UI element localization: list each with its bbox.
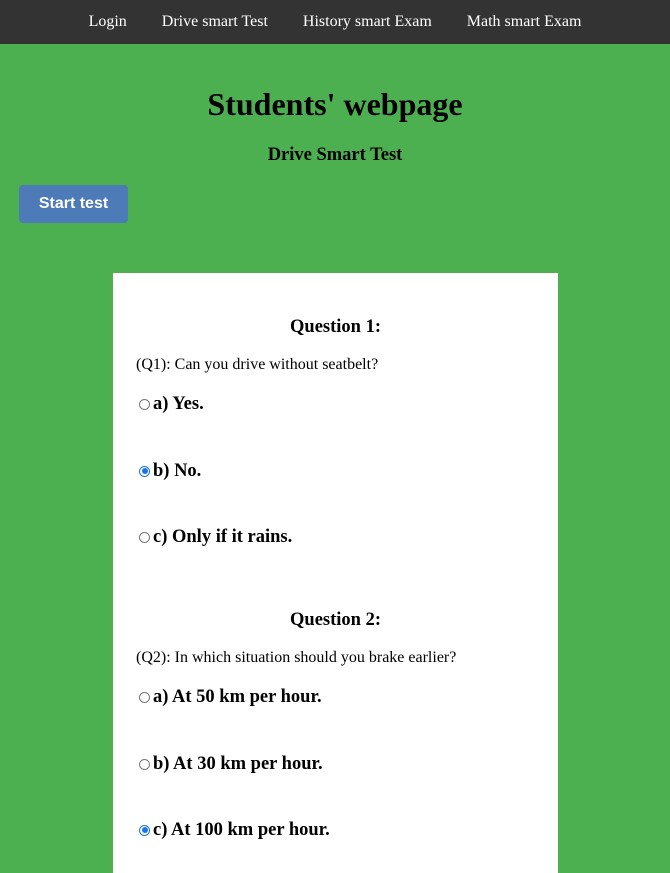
option-label: b) No. bbox=[153, 461, 202, 481]
nav-login-link[interactable]: Login bbox=[71, 0, 144, 44]
q1-option-a[interactable]: a) Yes. bbox=[139, 393, 204, 415]
q1-option-c[interactable]: c) Only if it rains. bbox=[139, 526, 292, 548]
radio-button-selected[interactable] bbox=[139, 824, 150, 836]
q2-option-b[interactable]: b) At 30 km per hour. bbox=[139, 753, 323, 775]
test-subtitle: Drive Smart Test bbox=[267, 145, 403, 165]
radio-button[interactable] bbox=[139, 758, 150, 770]
option-label: a) At 50 km per hour. bbox=[153, 687, 322, 707]
radio-button[interactable] bbox=[139, 398, 150, 410]
q2-option-a[interactable]: a) At 50 km per hour. bbox=[139, 686, 322, 708]
question-text: (Q2): In which situation should you brak… bbox=[136, 649, 457, 666]
top-navbar: Login Drive smart Test History smart Exa… bbox=[0, 0, 670, 44]
quiz-card: Question 1: (Q1): Can you drive without … bbox=[113, 273, 558, 873]
option-label: c) At 100 km per hour. bbox=[153, 820, 330, 840]
question-heading: Question 2: bbox=[290, 610, 381, 630]
radio-button-selected[interactable] bbox=[139, 465, 150, 477]
question-heading: Question 1: bbox=[290, 317, 381, 337]
nav-history-exam-link[interactable]: History smart Exam bbox=[285, 0, 449, 44]
option-label: a) Yes. bbox=[153, 394, 204, 414]
option-label: c) Only if it rains. bbox=[153, 527, 293, 547]
nav-drive-test-link[interactable]: Drive smart Test bbox=[144, 0, 285, 44]
radio-button[interactable] bbox=[139, 691, 150, 703]
nav-math-exam-link[interactable]: Math smart Exam bbox=[449, 0, 599, 44]
q2-option-c[interactable]: c) At 100 km per hour. bbox=[139, 819, 330, 841]
option-label: b) At 30 km per hour. bbox=[153, 754, 323, 774]
radio-button[interactable] bbox=[139, 531, 150, 543]
page-title: Students' webpage bbox=[207, 86, 463, 122]
q1-option-b[interactable]: b) No. bbox=[139, 460, 201, 482]
question-text: (Q1): Can you drive without seatbelt? bbox=[136, 356, 379, 373]
start-test-button[interactable]: Start test bbox=[19, 185, 128, 223]
